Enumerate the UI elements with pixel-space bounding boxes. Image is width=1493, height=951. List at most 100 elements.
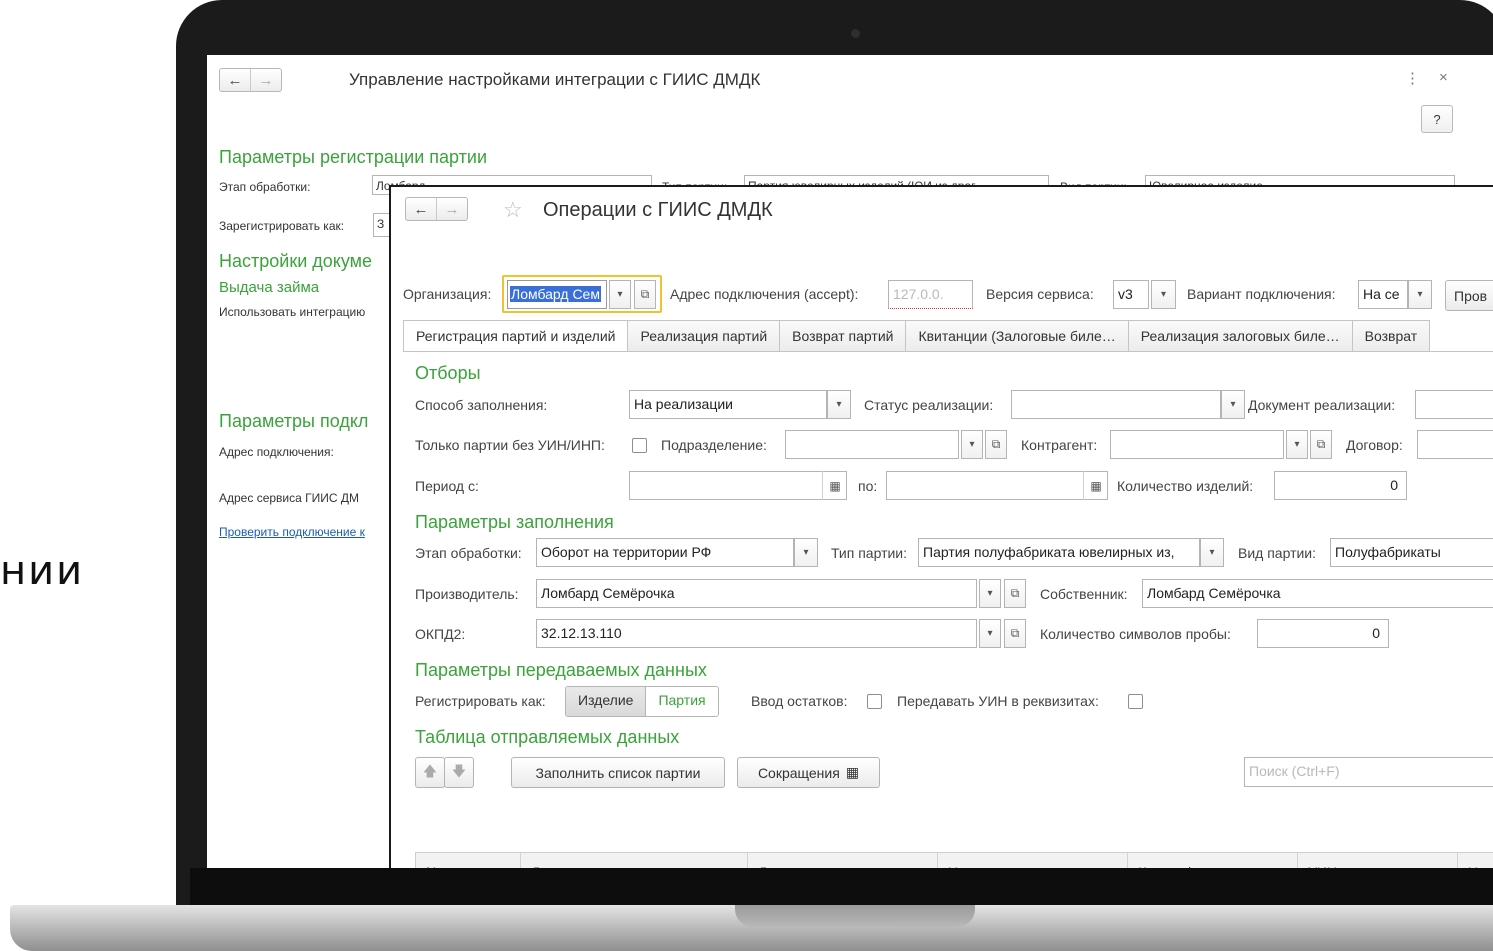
okpd-dropdown-button[interactable]: ▾ xyxy=(979,619,1001,648)
camera-icon xyxy=(851,29,860,38)
fp-batch-kind-field[interactable]: Полуфабрикаты xyxy=(1330,538,1493,567)
fp-stage-dropdown-button[interactable]: ▾ xyxy=(794,538,818,567)
check-button[interactable]: Пров xyxy=(1445,280,1493,311)
back-nav-buttons: ← → xyxy=(219,68,282,92)
more-menu-icon[interactable]: ⋮ xyxy=(1405,69,1420,87)
division-field[interactable] xyxy=(785,430,959,459)
filters-heading: Отборы xyxy=(415,363,481,383)
back-arrow-icon[interactable]: ← xyxy=(406,198,436,220)
favorite-star-icon[interactable]: ☆ xyxy=(503,197,523,223)
move-down-icon[interactable]: 🡇 xyxy=(444,757,474,788)
variant-dropdown-button[interactable]: ▾ xyxy=(1408,280,1432,309)
pass-uin-label: Передавать УИН в реквизитах: xyxy=(897,693,1099,709)
variant-label: Вариант подключения: xyxy=(1187,286,1336,302)
fill-method-dropdown-button[interactable]: ▾ xyxy=(827,390,851,419)
org-dropdown-button[interactable]: ▾ xyxy=(609,280,631,309)
no-uin-label: Только партии без УИН/ИНП: xyxy=(415,437,605,453)
counterparty-dropdown-button[interactable]: ▾ xyxy=(1286,430,1308,459)
option-item[interactable]: Изделие xyxy=(566,687,646,716)
col-nomenclature[interactable]: Номенклатура xyxy=(938,853,1128,868)
okpd-open-button[interactable]: ⧉ xyxy=(1004,619,1026,648)
division-dropdown-button[interactable]: ▾ xyxy=(961,430,983,459)
version-dropdown-button[interactable]: ▾ xyxy=(1151,280,1176,309)
sale-status-field[interactable] xyxy=(1011,390,1221,419)
calendar-icon[interactable]: ▦ xyxy=(1083,471,1108,500)
fp-batch-type-field[interactable]: Партия полуфабриката ювелирных из, xyxy=(918,538,1200,567)
version-field[interactable]: v3 xyxy=(1113,280,1149,309)
register-as-label: Регистрировать как: xyxy=(415,693,546,709)
front-nav-buttons: ← → xyxy=(405,197,468,221)
fill-batch-button[interactable]: Заполнить список партии xyxy=(511,757,725,788)
register-as-toggle: Изделие Партия xyxy=(565,686,719,717)
variant-field[interactable]: На се xyxy=(1358,280,1408,309)
calendar-icon[interactable]: ▦ xyxy=(822,471,847,500)
division-label: Подразделение: xyxy=(661,437,767,453)
use-integration-label: Использовать интеграцию xyxy=(219,305,366,319)
transfer-params-heading: Параметры передаваемых данных xyxy=(415,660,707,680)
side-caption: нии xyxy=(0,548,85,594)
producer-field[interactable]: Ломбард Семёрочка xyxy=(536,579,977,608)
tab-return[interactable]: Возврат партий xyxy=(780,320,907,352)
col-name[interactable]: Наи xyxy=(1458,853,1493,868)
division-open-button[interactable]: ⧉ xyxy=(985,430,1007,459)
input-balances-label: Ввод остатков: xyxy=(751,693,848,709)
move-up-icon[interactable]: 🡅 xyxy=(415,757,445,788)
no-uin-checkbox[interactable] xyxy=(632,438,647,453)
fp-batch-type-dropdown-button[interactable]: ▾ xyxy=(1200,538,1224,567)
laptop-chin xyxy=(190,868,1493,906)
fill-params-heading: Параметры заполнения xyxy=(415,512,614,532)
producer-dropdown-button[interactable]: ▾ xyxy=(979,579,1001,608)
sale-status-dropdown-button[interactable]: ▾ xyxy=(1221,390,1245,419)
contract-field[interactable] xyxy=(1417,430,1493,459)
help-button[interactable]: ? xyxy=(1421,105,1453,133)
laptop-notch xyxy=(735,905,975,927)
forward-arrow-icon[interactable]: → xyxy=(436,198,467,220)
col-issue-date[interactable]: Дата выдачи xyxy=(521,853,748,868)
org-open-button[interactable]: ⧉ xyxy=(634,280,656,309)
service-address-label: Адрес сервиса ГИИС ДМ xyxy=(219,491,359,505)
period-from-field[interactable]: . . : : xyxy=(629,471,847,500)
producer-open-button[interactable]: ⧉ xyxy=(1004,579,1026,608)
back-arrow-icon[interactable]: ← xyxy=(220,69,250,91)
section-connection-heading: Параметры подкл xyxy=(219,411,369,431)
assay-chars-label: Количество символов пробы: xyxy=(1040,626,1231,642)
col-number[interactable]: № xyxy=(416,853,521,868)
tab-pledge-sale[interactable]: Реализация залоговых биле… xyxy=(1128,320,1353,352)
producer-label: Производитель: xyxy=(415,586,519,602)
fp-stage-label: Этап обработки: xyxy=(415,545,522,561)
counterparty-open-button[interactable]: ⧉ xyxy=(1310,430,1332,459)
assay-chars-field[interactable]: 0 xyxy=(1257,619,1389,648)
stage-label: Этап обработки: xyxy=(219,180,311,194)
fill-method-field[interactable]: На реализации xyxy=(629,390,827,419)
col-batch-classification[interactable]: Классификация партии xyxy=(1128,853,1298,868)
period-to-field[interactable]: . . : : xyxy=(886,471,1108,500)
tab-registration[interactable]: Регистрация партий и изделий xyxy=(403,320,629,352)
tab-bar: Регистрация партий и изделий Реализация … xyxy=(403,320,1431,352)
items-count-field[interactable]: 0 xyxy=(1274,471,1407,500)
fp-stage-field[interactable]: Оборот на территории РФ xyxy=(536,538,794,567)
operations-window: ← → ☆ Операции с ГИИС ДМДК Организация: … xyxy=(389,185,1493,868)
tab-sale[interactable]: Реализация партий xyxy=(628,320,781,352)
okpd-field[interactable]: 32.12.13.110 xyxy=(536,619,977,648)
counterparty-field[interactable] xyxy=(1110,430,1284,459)
col-counterparty-contract[interactable]: Договор контрагента xyxy=(748,853,938,868)
input-balances-checkbox[interactable] xyxy=(867,694,882,709)
section-registration-heading: Параметры регистрации партии xyxy=(219,147,488,167)
sale-doc-field[interactable] xyxy=(1415,390,1493,419)
tab-return-2[interactable]: Возврат xyxy=(1352,320,1431,352)
col-uin[interactable]: УИН xyxy=(1298,853,1458,868)
okpd-label: ОКПД2: xyxy=(415,626,466,642)
abbreviations-label: Сокращения xyxy=(757,764,840,781)
contract-label: Договор: xyxy=(1346,437,1403,453)
check-connection-link[interactable]: Проверить подключение к xyxy=(219,525,365,539)
close-icon[interactable]: × xyxy=(1439,69,1448,86)
option-batch[interactable]: Партия xyxy=(645,687,718,716)
pass-uin-checkbox[interactable] xyxy=(1128,694,1143,709)
address-field[interactable]: 127.0.0. xyxy=(888,280,973,309)
tab-receipts[interactable]: Квитанции (Залоговые биле… xyxy=(906,320,1129,352)
forward-arrow-icon[interactable]: → xyxy=(250,69,281,91)
search-input[interactable]: Поиск (Ctrl+F) xyxy=(1244,757,1493,787)
owner-field[interactable]: Ломбард Семёрочка xyxy=(1142,579,1493,608)
org-field[interactable]: Ломбард Сем xyxy=(507,280,607,309)
abbreviations-button[interactable]: Сокращения ▦ xyxy=(737,757,880,788)
